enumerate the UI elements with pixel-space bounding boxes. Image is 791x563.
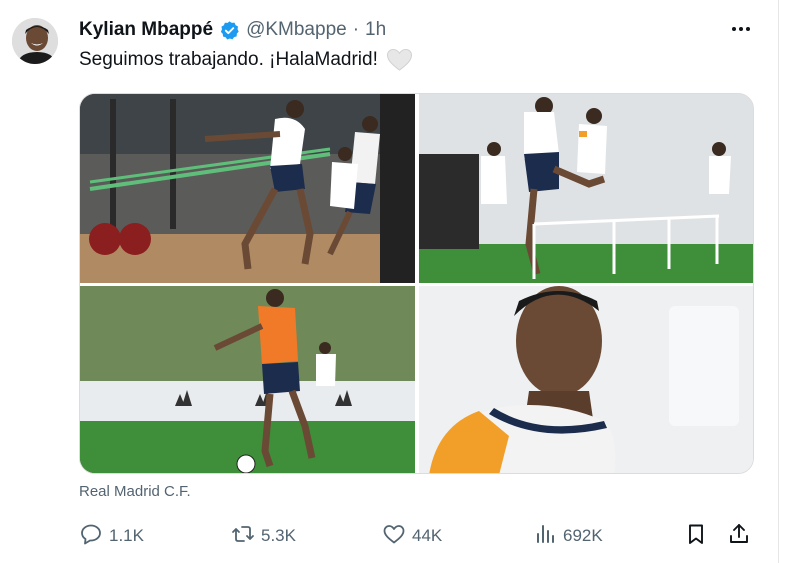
- like-count: 44K: [412, 526, 443, 545]
- author-handle[interactable]: @KMbappe: [246, 19, 347, 41]
- tweet-text: Seguimos trabajando. ¡HalaMadrid!: [79, 48, 413, 72]
- photo-mbappe-portrait[interactable]: [419, 286, 753, 473]
- photo-gym-training[interactable]: [80, 94, 415, 283]
- share-button[interactable]: [727, 521, 751, 551]
- more-icon[interactable]: [725, 18, 757, 40]
- avatar[interactable]: [12, 18, 58, 64]
- tweet-header: Kylian Mbappé @KMbappe · 1h: [79, 15, 386, 45]
- retweet-icon: [231, 522, 255, 551]
- tweet-actions-bar: 1.1K 5.3K 44K 692K: [79, 521, 755, 551]
- views-count: 692K: [563, 526, 603, 545]
- reply-icon: [79, 522, 103, 551]
- white-heart-emoji-icon: [386, 48, 413, 72]
- separator-dot: ·: [352, 19, 360, 40]
- retweet-count: 5.3K: [261, 526, 296, 545]
- photo-hurdles-training[interactable]: [419, 94, 753, 283]
- retweet-button[interactable]: 5.3K: [231, 521, 296, 551]
- timeline-border: [778, 0, 779, 563]
- photo-outdoor-ball-drill[interactable]: [80, 286, 415, 473]
- verified-badge-icon: [219, 20, 240, 41]
- heart-icon: [382, 522, 406, 551]
- views-icon: [533, 522, 557, 551]
- author-name[interactable]: Kylian Mbappé: [79, 19, 213, 41]
- like-button[interactable]: 44K: [382, 521, 442, 551]
- reply-button[interactable]: 1.1K: [79, 521, 144, 551]
- tweet-text-content: Seguimos trabajando. ¡HalaMadrid!: [79, 49, 378, 70]
- views-button[interactable]: 692K: [533, 521, 603, 551]
- bookmark-icon: [684, 522, 708, 551]
- reply-count: 1.1K: [109, 526, 144, 545]
- share-icon: [727, 522, 751, 551]
- media-grid: [79, 93, 754, 474]
- media-source-label[interactable]: Real Madrid C.F.: [79, 483, 191, 500]
- bookmark-button[interactable]: [684, 521, 708, 551]
- timestamp[interactable]: 1h: [365, 19, 386, 41]
